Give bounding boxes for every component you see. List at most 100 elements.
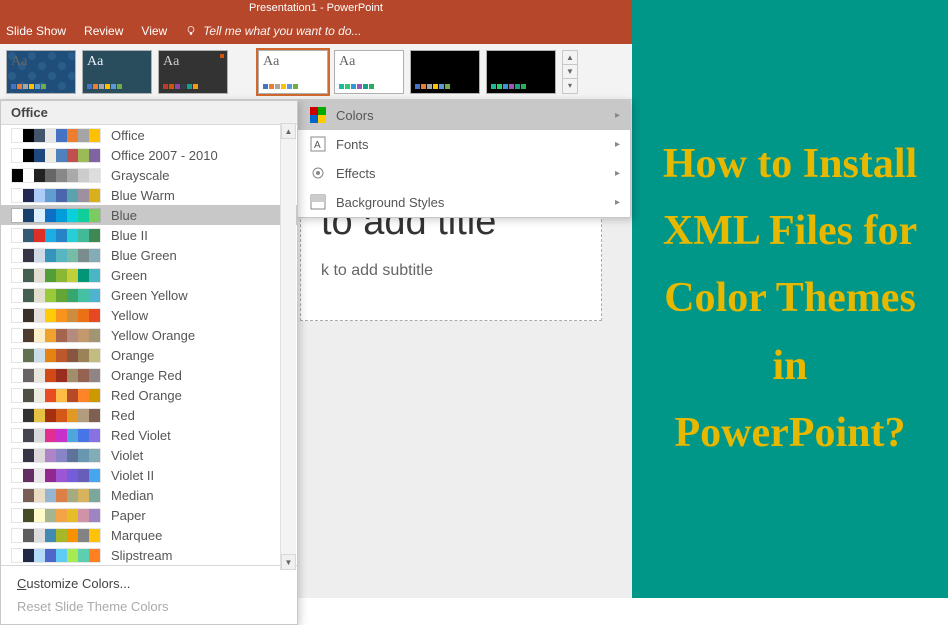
colors-dropdown-panel: Office OfficeOffice 2007 - 2010Grayscale…	[0, 100, 298, 625]
color-scheme-marquee[interactable]: Marquee	[1, 525, 297, 545]
scheme-swatches	[11, 348, 101, 363]
customize-colors-item[interactable]: Customize Colors...	[1, 572, 297, 595]
color-scheme-grayscale[interactable]: Grayscale	[1, 165, 297, 185]
theme-thumb-teal[interactable]: Aa	[82, 50, 152, 94]
color-scheme-violet[interactable]: Violet	[1, 445, 297, 465]
scheme-label: Slipstream	[111, 548, 172, 563]
expand-icon[interactable]: ▾	[563, 79, 577, 92]
tab-view[interactable]: View	[141, 24, 167, 38]
themes-gallery: AaAaAaAaAaAaAa▲▼▾	[0, 44, 632, 100]
reset-theme-colors-item: Reset Slide Theme Colors	[1, 595, 297, 618]
panel-scrollbar[interactable]: ▲ ▼	[280, 123, 296, 570]
color-scheme-violet-ii[interactable]: Violet II	[1, 465, 297, 485]
scheme-label: Violet II	[111, 468, 154, 483]
color-scheme-red[interactable]: Red	[1, 405, 297, 425]
theme-swatches	[87, 84, 147, 89]
scheme-swatches	[11, 248, 101, 263]
background-icon	[310, 194, 326, 210]
chevron-right-icon: ▸	[615, 139, 620, 150]
scroll-up-icon[interactable]: ▲	[281, 123, 296, 139]
variant-background[interactable]: Background Styles ▸	[298, 188, 630, 217]
scheme-swatches	[11, 548, 101, 563]
scheme-label: Paper	[111, 508, 146, 523]
theme-swatches	[415, 84, 475, 89]
themes-scroll[interactable]: ▲▼▾	[562, 50, 578, 94]
scheme-swatches	[11, 468, 101, 483]
scheme-label: Blue	[111, 208, 137, 223]
color-scheme-orange[interactable]: Orange	[1, 345, 297, 365]
scroll-up-icon[interactable]: ▲	[563, 51, 577, 65]
scheme-label: Median	[111, 488, 154, 503]
scheme-label: Grayscale	[111, 168, 170, 183]
color-scheme-yellow-orange[interactable]: Yellow Orange	[1, 325, 297, 345]
scheme-swatches	[11, 308, 101, 323]
scheme-swatches	[11, 388, 101, 403]
effects-icon	[310, 165, 326, 181]
fonts-icon: A	[310, 136, 326, 152]
variant-fonts[interactable]: A Fonts ▸	[298, 130, 630, 159]
color-scheme-median[interactable]: Median	[1, 485, 297, 505]
scheme-swatches	[11, 408, 101, 423]
variant-colors[interactable]: Colors▸	[298, 101, 630, 130]
color-scheme-paper[interactable]: Paper	[1, 505, 297, 525]
color-scheme-red-orange[interactable]: Red Orange	[1, 385, 297, 405]
color-scheme-blue-warm[interactable]: Blue Warm	[1, 185, 297, 205]
variant-effects[interactable]: Effects▸	[298, 159, 630, 188]
scheme-label: Green	[111, 268, 147, 283]
theme-thumb-black-1[interactable]: Aa	[410, 50, 480, 94]
theme-aa-text: Aa	[87, 55, 147, 69]
scheme-label: Blue Green	[111, 248, 177, 263]
variant-label: Fonts	[336, 137, 369, 152]
theme-thumb-dark-red[interactable]: Aa	[158, 50, 228, 94]
scheme-label: Yellow Orange	[111, 328, 195, 343]
color-scheme-blue-green[interactable]: Blue Green	[1, 245, 297, 265]
scheme-swatches	[11, 528, 101, 543]
article-title-text: How to Install XML Files for Color Theme…	[652, 131, 928, 467]
theme-thumb-white-2[interactable]: Aa	[334, 50, 404, 94]
color-scheme-green[interactable]: Green	[1, 265, 297, 285]
scheme-label: Red	[111, 408, 135, 423]
scheme-label: Orange Red	[111, 368, 182, 383]
scheme-label: Red Violet	[111, 428, 171, 443]
color-scheme-orange-red[interactable]: Orange Red	[1, 365, 297, 385]
scroll-down-icon[interactable]: ▼	[281, 554, 296, 570]
color-scheme-slipstream[interactable]: Slipstream	[1, 545, 297, 565]
theme-aa-text: Aa	[339, 55, 399, 69]
color-scheme-office[interactable]: Office	[1, 125, 297, 145]
color-scheme-blue-ii[interactable]: Blue II	[1, 225, 297, 245]
color-scheme-yellow[interactable]: Yellow	[1, 305, 297, 325]
color-scheme-green-yellow[interactable]: Green Yellow	[1, 285, 297, 305]
color-scheme-blue[interactable]: Blue	[1, 205, 297, 225]
variant-label: Background Styles	[336, 195, 444, 210]
scheme-label: Blue Warm	[111, 188, 175, 203]
theme-thumb-pattern[interactable]: Aa	[6, 50, 76, 94]
svg-text:A: A	[314, 140, 321, 151]
theme-swatches	[163, 84, 223, 89]
scheme-swatches	[11, 268, 101, 283]
scheme-swatches	[11, 148, 101, 163]
scheme-label: Office	[111, 128, 145, 143]
theme-thumb-white-1[interactable]: Aa	[258, 50, 328, 94]
theme-swatches	[11, 84, 71, 89]
tab-slide-show[interactable]: Slide Show	[6, 24, 66, 38]
scheme-swatches	[11, 428, 101, 443]
color-scheme-red-violet[interactable]: Red Violet	[1, 425, 297, 445]
theme-swatches	[491, 84, 551, 89]
colors-icon	[310, 107, 326, 123]
scheme-label: Red Orange	[111, 388, 182, 403]
chevron-right-icon: ▸	[615, 197, 620, 208]
subtitle-placeholder[interactable]: k to add subtitle	[321, 262, 581, 280]
theme-aa-text: Aa	[263, 55, 323, 69]
tell-me-search[interactable]: Tell me what you want to do...	[185, 24, 361, 38]
scheme-label: Blue II	[111, 228, 148, 243]
scheme-swatches	[11, 368, 101, 383]
window-titlebar: Presentation1 - PowerPoint	[0, 0, 632, 18]
scheme-label: Orange	[111, 348, 154, 363]
scheme-label: Marquee	[111, 528, 162, 543]
tab-review[interactable]: Review	[84, 24, 123, 38]
theme-thumb-black-2[interactable]: Aa	[486, 50, 556, 94]
scroll-down-icon[interactable]: ▼	[563, 65, 577, 79]
chevron-right-icon: ▸	[615, 168, 620, 179]
color-scheme-office-2007---2010[interactable]: Office 2007 - 2010	[1, 145, 297, 165]
theme-swatches	[263, 84, 323, 89]
